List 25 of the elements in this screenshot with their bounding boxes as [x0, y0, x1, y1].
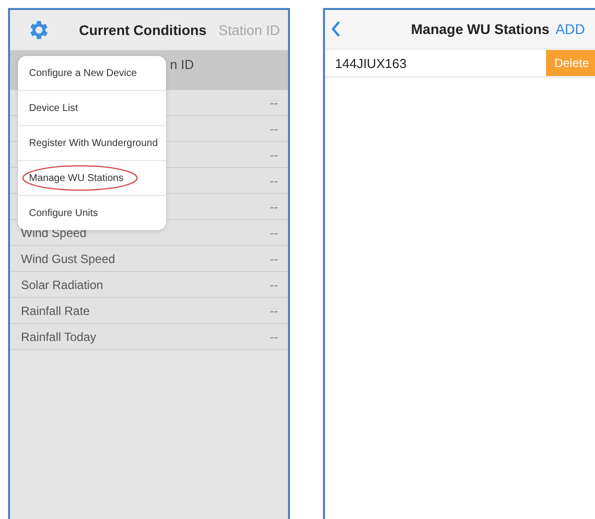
condition-label: Rainfall Today [21, 330, 96, 344]
condition-label: Wind Gust Speed [21, 252, 116, 266]
condition-value: -- [270, 200, 278, 214]
menu-item[interactable]: Configure Units [18, 196, 166, 230]
menu-item[interactable]: Configure a New Device [18, 56, 166, 91]
station-row[interactable]: 144JIUX163 Delete [325, 48, 595, 78]
condition-value: -- [270, 304, 278, 318]
back-icon[interactable] [331, 20, 341, 38]
screen-title: Manage WU Stations [411, 21, 550, 37]
condition-value: -- [270, 96, 278, 110]
condition-value: -- [270, 252, 278, 266]
section-title: n ID [170, 57, 194, 72]
condition-value: -- [270, 278, 278, 292]
menu-item[interactable]: Register With Wunderground [18, 126, 166, 161]
station-id: 144JIUX163 [335, 56, 408, 70]
screen-title: Current Conditions [78, 22, 207, 38]
menu-item[interactable]: Device List [18, 91, 166, 126]
condition-label: Solar Radiation [21, 278, 104, 292]
menu-item[interactable]: Manage WU Stations [18, 161, 166, 196]
condition-label: Rainfall Rate [21, 304, 90, 318]
condition-value: -- [270, 122, 278, 136]
condition-value: -- [270, 330, 278, 344]
condition-value: -- [270, 226, 278, 240]
condition-value: -- [270, 148, 278, 162]
condition-value: -- [270, 174, 278, 188]
